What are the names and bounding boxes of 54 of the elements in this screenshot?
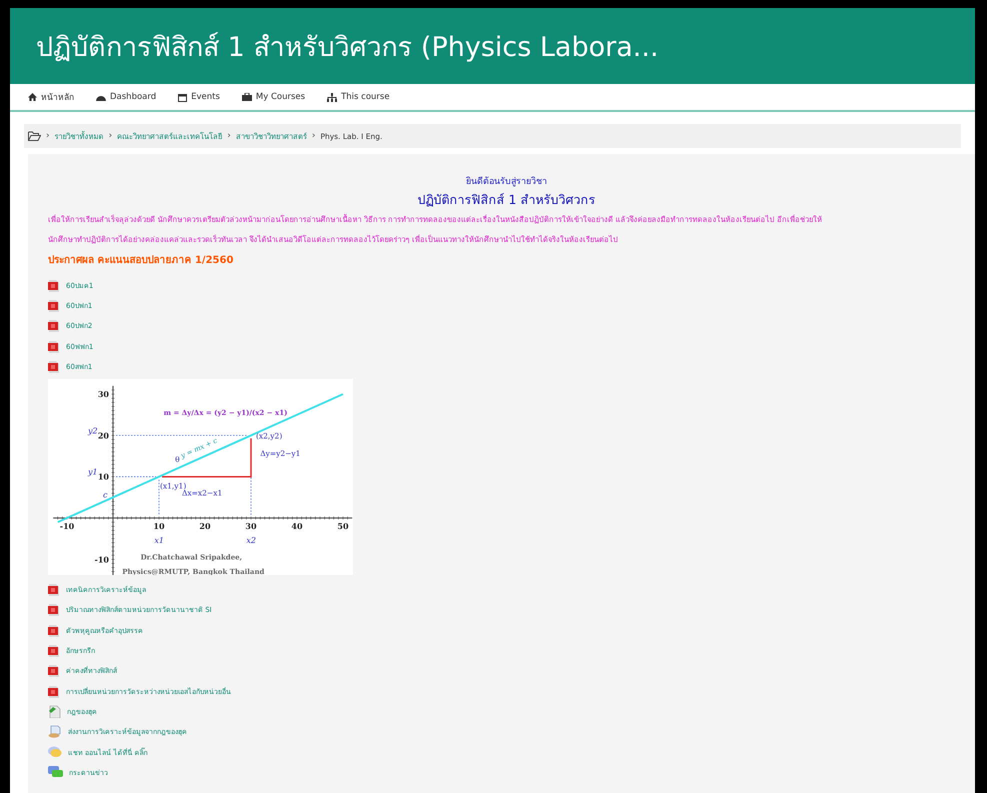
announcement-heading: ประกาศผล คะแนนสอบปลายภาค 1/2560 [48, 254, 234, 267]
welcome-text: ยินดีต้อนรับสู่รายวิชา [465, 176, 548, 188]
nav-label: My Courses [256, 92, 306, 102]
pdf-icon [48, 664, 60, 678]
breadcrumb-separator: › [227, 131, 231, 141]
pdf-icon [48, 603, 60, 616]
x-tick-label: 20 [199, 521, 211, 532]
pdf-icon [48, 298, 60, 312]
pdf-icon [48, 583, 60, 596]
chat-icon [48, 746, 62, 758]
breadcrumb-separator: › [46, 131, 50, 141]
chart-annotation: x2 [246, 536, 256, 546]
x-tick-label: 50 [337, 521, 349, 532]
pdf-icon [48, 644, 60, 658]
course-title-heading: ปฏิบัติการฟิสิกส์ 1 สำหรับวิศวกร (Physics Labora... [36, 30, 659, 64]
nav-link[interactable]: Events [178, 92, 220, 102]
nav-label: Dashboard [110, 92, 156, 102]
breadcrumb-separator: › [312, 131, 316, 141]
briefcase-icon [242, 93, 252, 101]
folder-icon [28, 131, 41, 141]
x-tick-label: 30 [245, 521, 257, 532]
assignment-icon [48, 725, 62, 738]
gauge-icon [96, 93, 106, 101]
nav-label: Events [191, 92, 220, 102]
forum-icon [48, 766, 63, 778]
document-icon [48, 704, 61, 718]
nav-link[interactable]: My Courses [242, 92, 306, 102]
home-icon [28, 93, 37, 101]
y-tick-label: 10 [98, 472, 109, 482]
nav-link[interactable]: This course [327, 92, 390, 102]
pdf-icon [48, 624, 60, 637]
pdf-icon [48, 319, 60, 332]
x-tick-label: 40 [291, 521, 303, 532]
pdf-icon [48, 278, 60, 292]
chart-annotation: c [103, 490, 108, 500]
chart-annotation: y1 [88, 468, 98, 478]
x-tick-label: -10 [60, 521, 74, 532]
course-heading: ปฏิบัติการฟิสิกส์ 1 สำหรับวิศวกร [416, 191, 596, 209]
x-tick-label: 10 [153, 521, 165, 532]
y-tick-label: 20 [98, 430, 109, 441]
chart-annotation: y2 [88, 426, 98, 436]
nav-link[interactable]: Dashboard [96, 92, 156, 102]
sitemap-icon [327, 92, 338, 102]
calendar-icon [178, 92, 188, 102]
y-tick-label: 30 [98, 390, 109, 400]
nav-link[interactable]: หน้าหลัก [28, 90, 74, 104]
chart-annotation: x1 [154, 536, 164, 546]
pdf-icon [48, 340, 60, 353]
pdf-icon [48, 360, 60, 373]
pdf-icon [48, 684, 60, 698]
y-tick-label: -10 [94, 554, 109, 565]
breadcrumb-separator: › [108, 131, 112, 141]
nav-label: หน้าหลัก [41, 92, 74, 104]
nav-label: This course [341, 92, 390, 102]
